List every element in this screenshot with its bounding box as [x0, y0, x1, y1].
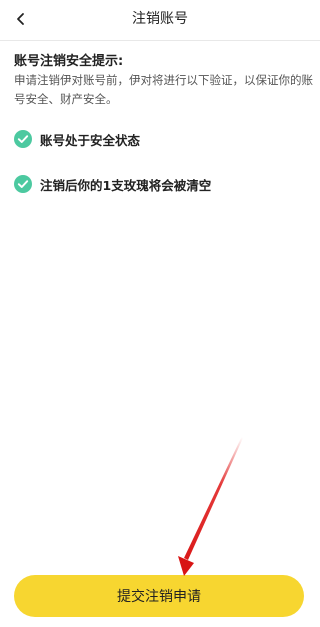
check-item-label: 账号处于安全状态: [40, 132, 141, 148]
notice-title: 账号注销安全提示:: [14, 54, 124, 69]
check-item: 账号处于安全状态: [14, 128, 140, 150]
page-title: 注销账号: [132, 11, 188, 27]
check-item-label: 注销后你的1支玫瑰将会被清空: [40, 177, 212, 193]
header-divider: [0, 40, 320, 41]
check-circle-icon: [14, 175, 32, 193]
account-cancellation-screen: 注销账号 账号注销安全提示: 申请注销伊对账号前，伊对将进行以下验证，以保证你的…: [0, 0, 320, 627]
notice-description: 申请注销伊对账号前，伊对将进行以下验证，以保证你的账号安全、财产安全。: [14, 73, 313, 106]
check-item: 注销后你的1支玫瑰将会被清空: [14, 173, 211, 195]
top-bar: 注销账号: [0, 0, 320, 40]
check-circle-icon: [14, 130, 32, 148]
submit-cancellation-button[interactable]: 提交注销申请: [14, 575, 304, 617]
